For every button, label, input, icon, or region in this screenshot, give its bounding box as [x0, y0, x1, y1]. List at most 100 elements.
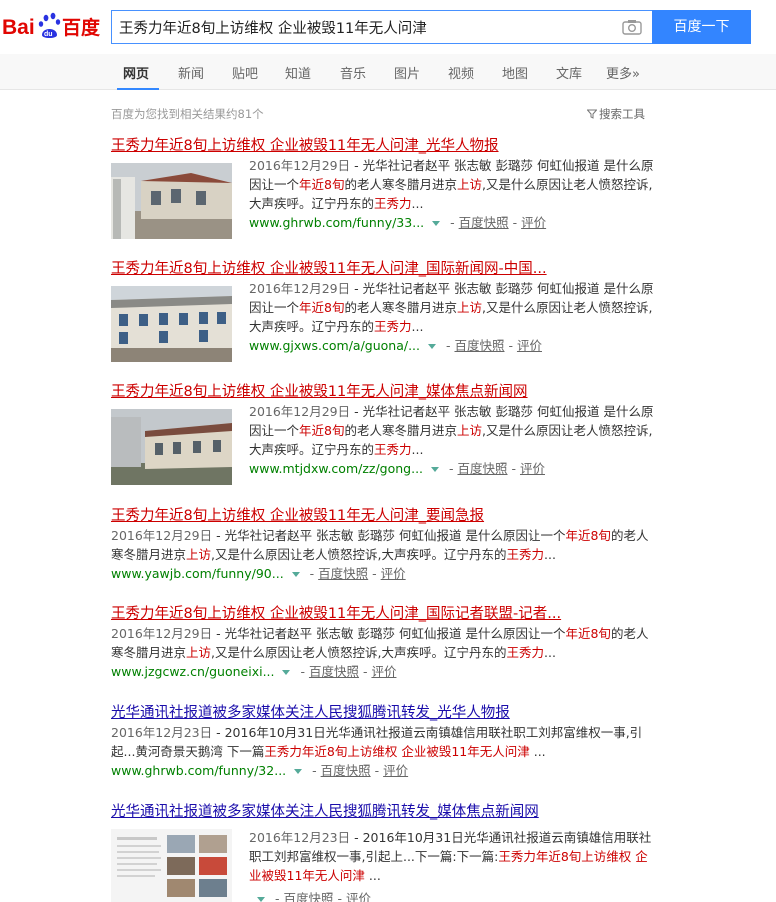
snapshot-link[interactable]: 百度快照	[458, 461, 508, 476]
result-url-line: www.ghrwb.com/funny/32... - 百度快照 - 评价	[111, 763, 409, 778]
search-result: 王秀力年近8旬上访维权 企业被毁11年无人问津_国际记者联盟-记者... 201…	[111, 604, 656, 681]
result-count: 百度为您找到相关结果约81个	[111, 107, 264, 121]
tab-news[interactable]: 新闻	[178, 63, 204, 82]
search-result: 光华通讯社报道被多家媒体关注人民搜狐腾讯转发_光华人物报 2016年12月23日…	[111, 703, 656, 780]
snippet-text: ...	[529, 744, 546, 759]
result-url[interactable]: www.yawjb.com/funny/90...	[111, 566, 284, 581]
tab-video[interactable]: 视频	[448, 63, 474, 82]
snippet-text: ...	[411, 319, 424, 334]
tab-music[interactable]: 音乐	[340, 63, 366, 82]
result-thumbnail[interactable]	[111, 829, 232, 902]
tab-zhidao[interactable]: 知道	[285, 63, 311, 82]
highlighted-term: 王秀力	[374, 196, 412, 211]
dropdown-arrow-icon[interactable]	[428, 343, 437, 349]
highlighted-term: 年近8旬	[565, 528, 611, 543]
highlighted-term: 王秀力年近8旬上访维权 企业被毁11年无人问津	[264, 744, 530, 759]
result-url-line: www.yawjb.com/funny/90... - 百度快照 - 评价	[111, 566, 406, 581]
result-url[interactable]: www.ghrwb.com/funny/33...	[249, 215, 424, 230]
highlighted-term: 年近8旬	[565, 626, 611, 641]
dropdown-arrow-icon[interactable]	[291, 571, 300, 577]
review-link[interactable]: 评价	[346, 891, 371, 902]
snippet-text: ,又是什么原因让老人愤怒控诉,大声疾呼。辽宁丹东的	[211, 547, 507, 562]
result-url[interactable]: www.gjxws.com/a/guona/...	[249, 338, 420, 353]
tab-bar: 网页 新闻 贴吧 知道 音乐 图片 视频 地图 文库 更多»	[0, 54, 776, 90]
snippet-text: ...	[411, 196, 424, 211]
snippet-text: 的老人寒冬腊月进京	[344, 177, 457, 192]
snippet-text: ...	[411, 442, 424, 457]
svg-text:du: du	[44, 31, 53, 38]
tab-web[interactable]: 网页	[123, 63, 149, 82]
snippet-text: ...	[544, 645, 556, 660]
result-snippet: 2016年12月23日 - 2016年10月31日光华通讯社报道云南镇雄信用联社…	[249, 830, 652, 883]
review-link[interactable]: 评价	[371, 664, 396, 679]
result-title[interactable]: 光华通讯社报道被多家媒体关注人民搜狐腾讯转发_媒体焦点新闻网	[111, 802, 656, 822]
dropdown-arrow-icon[interactable]	[282, 669, 291, 675]
review-link[interactable]: 评价	[381, 566, 406, 581]
result-title[interactable]: 王秀力年近8旬上访维权 企业被毁11年无人问津_光华人物报	[111, 136, 656, 156]
snapshot-link[interactable]: 百度快照	[283, 891, 333, 902]
search-input[interactable]	[119, 11, 609, 43]
highlighted-term: 王秀力	[506, 645, 544, 660]
highlighted-term: 上访	[456, 300, 482, 315]
snippet-text: - 光华社记者赵平 张志敏 彭璐莎 何虹仙报道 是什么原因让一个	[212, 626, 566, 641]
snapshot-link[interactable]: 百度快照	[459, 215, 509, 230]
dropdown-arrow-icon[interactable]	[431, 466, 440, 472]
result-title[interactable]: 光华通讯社报道被多家媒体关注人民搜狐腾讯转发_光华人物报	[111, 703, 656, 723]
search-box	[111, 10, 652, 44]
search-tools-label: 搜索工具	[599, 107, 645, 121]
tab-tieba[interactable]: 贴吧	[232, 63, 258, 82]
highlighted-term: 王秀力	[506, 547, 544, 562]
dropdown-arrow-icon[interactable]	[257, 896, 265, 902]
snippet-text: - 光华社记者赵平 张志敏 彭璐莎 何虹仙报道 是什么原因让一个	[212, 528, 566, 543]
camera-icon[interactable]	[622, 19, 642, 35]
result-snippet: 2016年12月29日 - 光华社记者赵平 张志敏 彭璐莎 何虹仙报道 是什么原…	[249, 281, 654, 334]
tab-map[interactable]: 地图	[502, 63, 528, 82]
result-snippet: 2016年12月29日 - 光华社记者赵平 张志敏 彭璐莎 何虹仙报道 是什么原…	[111, 626, 649, 660]
highlighted-term: 上访	[456, 423, 482, 438]
result-title[interactable]: 王秀力年近8旬上访维权 企业被毁11年无人问津_要闻急报	[111, 506, 656, 526]
snippet-text: ,又是什么原因让老人愤怒控诉,大声疾呼。辽宁丹东的	[211, 645, 507, 660]
review-link[interactable]: 评价	[520, 461, 545, 476]
result-snippet: 2016年12月29日 - 光华社记者赵平 张志敏 彭璐莎 何虹仙报道 是什么原…	[249, 158, 654, 211]
tab-images[interactable]: 图片	[394, 63, 420, 82]
review-link[interactable]: 评价	[521, 215, 546, 230]
tab-more[interactable]: 更多»	[606, 63, 640, 82]
dropdown-arrow-icon[interactable]	[294, 768, 303, 774]
svg-text:百度: 百度	[62, 16, 101, 39]
highlighted-term: 年近8旬	[299, 177, 345, 192]
result-url[interactable]: www.ghrwb.com/funny/32...	[111, 763, 286, 778]
search-tools[interactable]: 搜索工具	[587, 106, 645, 122]
result-thumbnail[interactable]	[111, 409, 232, 485]
search-result: 王秀力年近8旬上访维权 企业被毁11年无人问津_媒体焦点新闻网 2016年12月…	[111, 382, 656, 485]
result-thumbnail[interactable]	[111, 163, 232, 239]
result-title[interactable]: 王秀力年近8旬上访维权 企业被毁11年无人问津_媒体焦点新闻网	[111, 382, 656, 402]
review-link[interactable]: 评价	[383, 763, 408, 778]
tab-wenku[interactable]: 文库	[556, 63, 582, 82]
snippet-text: 的老人寒冬腊月进京	[344, 423, 457, 438]
snapshot-link[interactable]: 百度快照	[454, 338, 504, 353]
result-thumbnail[interactable]	[111, 286, 232, 362]
result-url-line: www.mtjdxw.com/zz/gong... - 百度快照 - 评价	[249, 461, 545, 476]
search-result: 王秀力年近8旬上访维权 企业被毁11年无人问津_国际新闻网-中国... 2016…	[111, 259, 656, 362]
baidu-logo[interactable]: Bai du 百度	[2, 8, 102, 42]
snapshot-link[interactable]: 百度快照	[309, 664, 359, 679]
highlighted-term: 年近8旬	[299, 423, 345, 438]
search-button[interactable]: 百度一下	[652, 10, 751, 44]
snapshot-link[interactable]: 百度快照	[318, 566, 368, 581]
svg-text:Bai: Bai	[2, 16, 35, 39]
snippet-text: ...	[364, 868, 381, 883]
result-url[interactable]: www.mtjdxw.com/zz/gong...	[249, 461, 423, 476]
highlighted-term: 王秀力	[374, 319, 412, 334]
search-result: 王秀力年近8旬上访维权 企业被毁11年无人问津_要闻急报 2016年12月29日…	[111, 506, 656, 583]
highlighted-term: 王秀力	[374, 442, 412, 457]
result-title[interactable]: 王秀力年近8旬上访维权 企业被毁11年无人问津_国际记者联盟-记者...	[111, 604, 656, 624]
highlighted-term: 上访	[456, 177, 482, 192]
snippet-text: ...	[544, 547, 556, 562]
dropdown-arrow-icon[interactable]	[432, 220, 441, 226]
result-title[interactable]: 王秀力年近8旬上访维权 企业被毁11年无人问津_国际新闻网-中国...	[111, 259, 656, 279]
search-result: 王秀力年近8旬上访维权 企业被毁11年无人问津_光华人物报 2016年12月29…	[111, 136, 656, 239]
snapshot-link[interactable]: 百度快照	[321, 763, 371, 778]
result-url[interactable]: www.jzgcwz.cn/guoneixi...	[111, 664, 274, 679]
highlighted-term: 年近8旬	[299, 300, 345, 315]
review-link[interactable]: 评价	[517, 338, 542, 353]
